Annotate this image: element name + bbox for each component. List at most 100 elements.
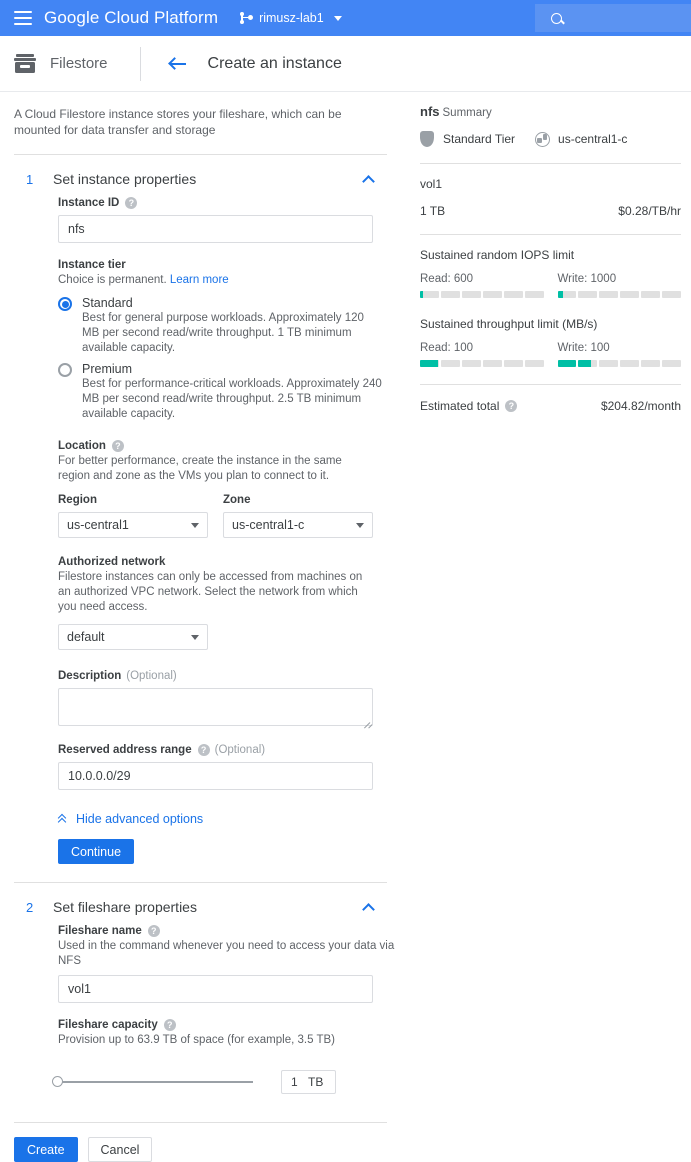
meter-segment bbox=[461, 291, 481, 298]
divider bbox=[14, 154, 387, 155]
divider bbox=[14, 882, 387, 883]
gcp-brand-logo[interactable]: Google Cloud Platform bbox=[44, 8, 218, 28]
summary-price-rate: $0.28/TB/hr bbox=[618, 204, 681, 218]
instance-id-input[interactable]: nfs bbox=[58, 215, 373, 243]
instance-id-label-text: Instance ID bbox=[58, 197, 120, 209]
summary-iops-title: Sustained random IOPS limit bbox=[420, 248, 575, 262]
divider bbox=[420, 384, 681, 385]
iops-write-col: Write: 1000 bbox=[557, 273, 682, 298]
page-content: A Cloud Filestore instance stores your f… bbox=[0, 92, 691, 1162]
iops-read-bar bbox=[420, 291, 544, 298]
hide-advanced-options-toggle[interactable]: Hide advanced options bbox=[57, 812, 408, 826]
hide-advanced-options-label: Hide advanced options bbox=[76, 812, 204, 826]
help-icon[interactable]: ? bbox=[197, 744, 210, 756]
fileshare-capacity-sub: Provision up to 63.9 TB of space (for ex… bbox=[58, 1034, 335, 1046]
fileshare-name-sub: Used in the command whenever you need to… bbox=[58, 940, 395, 967]
meter-segment bbox=[620, 291, 640, 298]
chevron-up-icon[interactable] bbox=[362, 902, 375, 916]
summary-throughput-title: Sustained throughput limit (MB/s) bbox=[420, 317, 598, 331]
project-name-label: rimusz-lab1 bbox=[259, 11, 324, 25]
throughput-write-label: Write: 100 bbox=[557, 342, 610, 354]
help-icon[interactable]: ? bbox=[111, 440, 124, 452]
product-header-bar: Filestore Create an instance bbox=[0, 36, 691, 92]
radio-option-standard[interactable]: Standard Best for general purpose worklo… bbox=[58, 296, 408, 356]
meter-segment bbox=[524, 360, 544, 367]
section-number: 2 bbox=[26, 899, 34, 915]
instance-tier-label: Instance tier bbox=[58, 259, 126, 271]
meter-segment bbox=[662, 291, 682, 298]
region-value: us-central1 bbox=[67, 518, 129, 532]
radio-standard-desc: Best for general purpose workloads. Appr… bbox=[82, 312, 364, 354]
create-button[interactable]: Create bbox=[14, 1137, 78, 1162]
radio-premium-label: Premium bbox=[82, 362, 133, 376]
continue-button[interactable]: Continue bbox=[58, 839, 135, 864]
instance-tier-sub: Choice is permanent. Learn more bbox=[58, 273, 408, 288]
radio-standard-label: Standard bbox=[82, 296, 133, 310]
summary-total-label: Estimated total bbox=[420, 399, 500, 413]
help-icon[interactable]: ? bbox=[505, 400, 518, 412]
chevron-down-icon bbox=[191, 522, 199, 528]
section-title: Set fileshare properties bbox=[53, 899, 197, 915]
reserved-range-input[interactable]: 10.0.0.0/29 bbox=[58, 762, 373, 790]
zone-select[interactable]: us-central1-c bbox=[223, 512, 373, 538]
chevron-up-icon[interactable] bbox=[362, 174, 375, 188]
meter-segment bbox=[420, 291, 439, 298]
zone-value: us-central1-c bbox=[232, 518, 305, 532]
radio-option-premium[interactable]: Premium Best for performance-critical wo… bbox=[58, 362, 408, 422]
meter-segment bbox=[461, 360, 481, 367]
divider bbox=[420, 234, 681, 235]
hamburger-menu-icon[interactable] bbox=[14, 11, 32, 25]
region-zone-row: Region us-central1 Zone us-central1-c bbox=[58, 494, 408, 538]
meter-segment bbox=[440, 291, 460, 298]
radio-premium[interactable] bbox=[58, 363, 72, 377]
instance-tier-sub-text: Choice is permanent. bbox=[58, 274, 167, 286]
capacity-stepper[interactable]: 1 TB bbox=[281, 1070, 336, 1094]
fileshare-capacity-slider-row: 1 TB bbox=[52, 1070, 408, 1094]
globe-icon bbox=[535, 131, 551, 147]
description-textarea[interactable] bbox=[58, 688, 373, 729]
chevron-down-icon bbox=[356, 522, 364, 528]
description-label: Description (Optional) bbox=[58, 670, 408, 682]
throughput-write-bar bbox=[557, 360, 682, 367]
radio-standard[interactable] bbox=[58, 297, 72, 311]
authorized-network-select[interactable]: default bbox=[58, 624, 208, 650]
section-header-fileshare-properties[interactable]: 2 Set fileshare properties bbox=[14, 889, 387, 925]
help-icon[interactable]: ? bbox=[163, 1019, 176, 1031]
search-input[interactable] bbox=[535, 4, 691, 32]
fileshare-name-label-text: Fileshare name bbox=[58, 925, 142, 937]
chevron-down-icon bbox=[191, 634, 199, 640]
help-icon[interactable]: ? bbox=[147, 925, 160, 937]
region-field: Region us-central1 bbox=[58, 494, 208, 538]
summary-title: nfs Summary bbox=[420, 104, 681, 119]
resize-grip-icon[interactable] bbox=[362, 715, 373, 729]
page-title: Create an instance bbox=[207, 54, 342, 72]
help-icon[interactable]: ? bbox=[125, 197, 138, 209]
iops-read-label: Read: 600 bbox=[420, 273, 474, 285]
radio-premium-desc: Best for performance-critical workloads.… bbox=[82, 378, 382, 420]
project-selector-icon bbox=[240, 11, 254, 25]
meter-fill bbox=[557, 291, 564, 298]
capacity-slider[interactable] bbox=[52, 1076, 253, 1087]
intro-text: A Cloud Filestore instance stores your f… bbox=[14, 107, 342, 137]
section-header-instance-properties[interactable]: 1 Set instance properties bbox=[14, 161, 387, 197]
learn-more-link[interactable]: Learn more bbox=[170, 274, 229, 286]
zone-label: Zone bbox=[223, 494, 251, 506]
divider bbox=[420, 163, 681, 164]
continue-button-row: Continue bbox=[58, 839, 408, 864]
double-chevron-up-icon bbox=[57, 813, 69, 826]
summary-panel: nfs Summary Standard Tier us-central1-c v… bbox=[408, 92, 691, 1162]
capacity-value[interactable]: 1 bbox=[282, 1075, 308, 1089]
product-name-label[interactable]: Filestore bbox=[50, 55, 108, 72]
authorized-network-label: Authorized network bbox=[58, 556, 166, 568]
summary-share-name: vol1 bbox=[420, 177, 443, 191]
cancel-button[interactable]: Cancel bbox=[87, 1137, 153, 1162]
meter-segment bbox=[578, 291, 598, 298]
authorized-network-sub: Filestore instances can only be accessed… bbox=[58, 571, 363, 613]
fileshare-name-input[interactable]: vol1 bbox=[58, 975, 373, 1003]
reserved-range-label: Reserved address range ? (Optional) bbox=[58, 744, 408, 756]
back-arrow-icon[interactable] bbox=[167, 54, 188, 74]
capacity-slider-thumb[interactable] bbox=[52, 1076, 63, 1087]
region-select[interactable]: us-central1 bbox=[58, 512, 208, 538]
top-navigation-bar: Google Cloud Platform rimusz-lab1 bbox=[0, 0, 691, 36]
project-selector[interactable]: rimusz-lab1 bbox=[240, 11, 342, 25]
